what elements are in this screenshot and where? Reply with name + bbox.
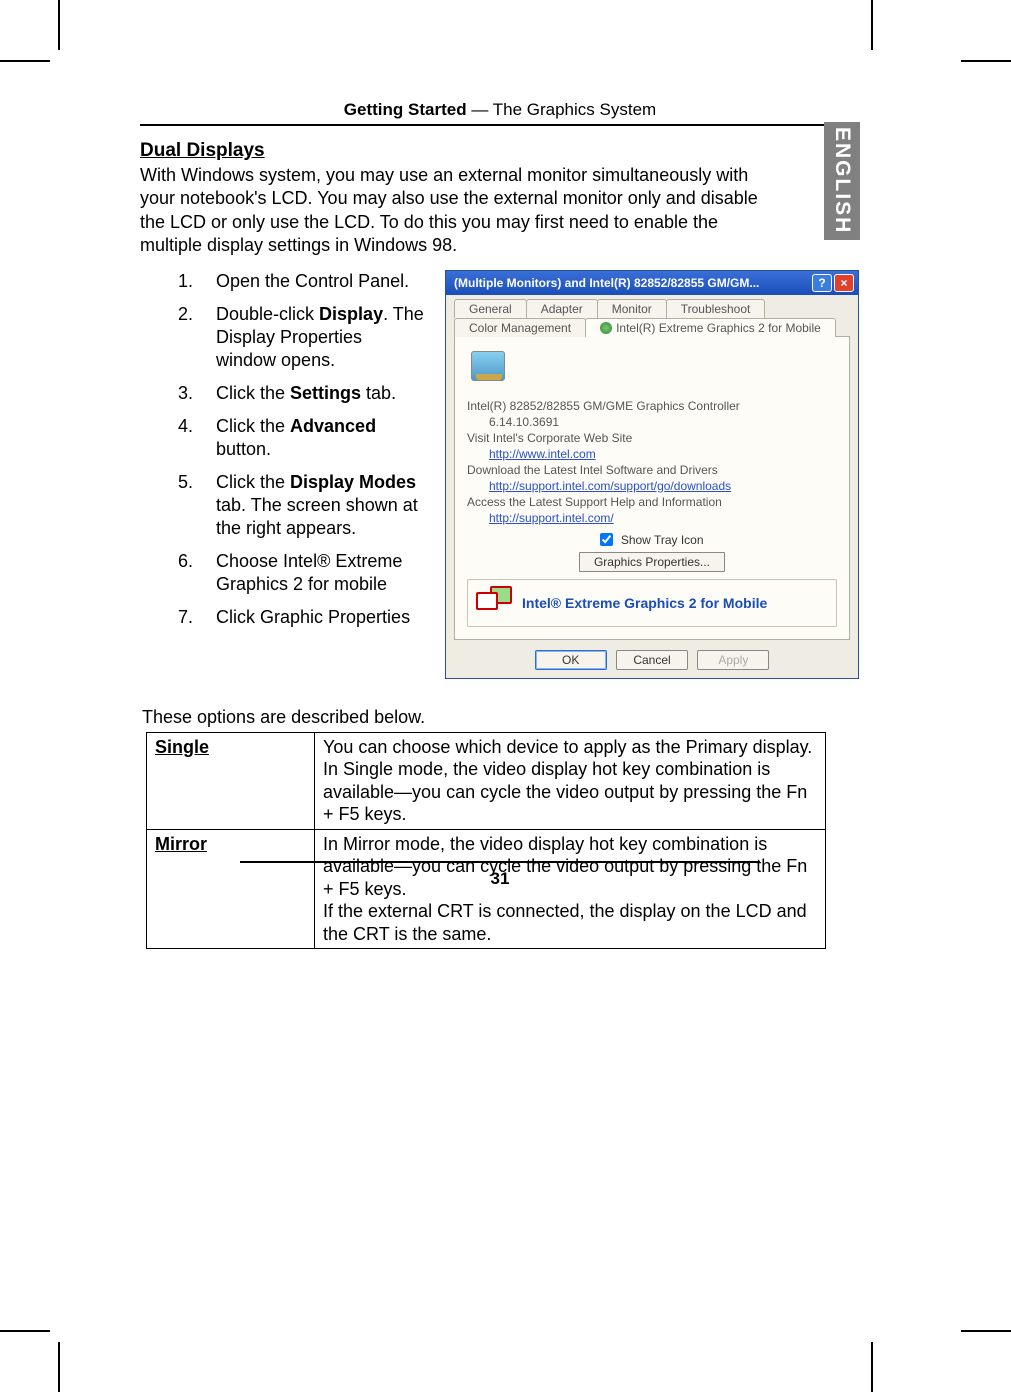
step-number: 7. <box>178 606 216 629</box>
options-intro: These options are described below. <box>142 707 860 728</box>
step-text: Double-click Display. The Display Proper… <box>216 303 425 372</box>
download-label: Download the Latest Intel Software and D… <box>467 463 837 477</box>
brand-icon <box>476 586 512 620</box>
download-link[interactable]: http://support.intel.com/support/go/down… <box>489 479 731 493</box>
dialog-tabpanel: Intel(R) 82852/82855 GM/GME Graphics Con… <box>454 336 850 640</box>
steps-column: 1.Open the Control Panel.2.Double-click … <box>140 270 425 679</box>
step-number: 4. <box>178 415 216 461</box>
step-text: Open the Control Panel. <box>216 270 425 293</box>
intel-tab-icon <box>600 322 612 334</box>
header-section: The Graphics System <box>493 100 656 119</box>
dialog-button-row: OK Cancel Apply <box>454 650 850 670</box>
page-footer: 31 <box>140 861 860 889</box>
tab-intel-graphics[interactable]: Intel(R) Extreme Graphics 2 for Mobile <box>585 318 836 337</box>
cancel-button[interactable]: Cancel <box>616 650 688 670</box>
properties-dialog: (Multiple Monitors) and Intel(R) 82852/8… <box>445 270 859 679</box>
driver-version: 6.14.10.3691 <box>467 415 837 429</box>
step-item: 4.Click the Advanced button. <box>178 415 425 461</box>
page-content: Getting Started — The Graphics System EN… <box>140 100 860 949</box>
apply-button[interactable]: Apply <box>697 650 769 670</box>
show-tray-icon-checkbox[interactable] <box>600 533 613 546</box>
tab-color-management[interactable]: Color Management <box>454 318 586 337</box>
step-text: Click the Settings tab. <box>216 382 425 405</box>
visit-label: Visit Intel's Corporate Web Site <box>467 431 837 445</box>
dialog-tabs: General Adapter Monitor Troubleshoot Col… <box>454 299 850 337</box>
close-button[interactable]: × <box>834 274 854 292</box>
step-number: 2. <box>178 303 216 372</box>
step-item: 1.Open the Control Panel. <box>178 270 425 293</box>
tab-troubleshoot[interactable]: Troubleshoot <box>666 299 766 318</box>
page-number: 31 <box>140 869 860 889</box>
header-rule <box>140 124 860 126</box>
step-text: Choose Intel® Extreme Graphics 2 for mob… <box>216 550 425 596</box>
dialog-titlebar: (Multiple Monitors) and Intel(R) 82852/8… <box>446 271 858 295</box>
graphics-properties-button[interactable]: Graphics Properties... <box>579 552 725 572</box>
tab-adapter[interactable]: Adapter <box>526 299 598 318</box>
step-number: 3. <box>178 382 216 405</box>
option-name: Single <box>147 732 315 829</box>
step-item: 3.Click the Settings tab. <box>178 382 425 405</box>
step-item: 5.Click the Display Modes tab. The scree… <box>178 471 425 540</box>
intro-paragraph: With Windows system, you may use an exte… <box>140 164 780 258</box>
help-button[interactable]: ? <box>812 274 832 292</box>
tab-monitor[interactable]: Monitor <box>597 299 667 318</box>
show-tray-icon-label: Show Tray Icon <box>621 533 704 547</box>
brand-row: Intel® Extreme Graphics 2 for Mobile <box>467 579 837 627</box>
header-chapter: Getting Started <box>344 100 467 119</box>
tab-general[interactable]: General <box>454 299 527 318</box>
brand-text: Intel® Extreme Graphics 2 for Mobile <box>522 595 767 611</box>
ok-button[interactable]: OK <box>535 650 607 670</box>
step-number: 5. <box>178 471 216 540</box>
option-desc: You can choose which device to apply as … <box>315 732 826 829</box>
page-header: Getting Started — The Graphics System <box>140 100 860 120</box>
step-text: Click Graphic Properties <box>216 606 425 629</box>
display-icon <box>471 351 505 381</box>
table-row: SingleYou can choose which device to app… <box>147 732 826 829</box>
visit-link[interactable]: http://www.intel.com <box>489 447 596 461</box>
controller-name: Intel(R) 82852/82855 GM/GME Graphics Con… <box>467 399 837 413</box>
step-text: Click the Advanced button. <box>216 415 425 461</box>
step-number: 1. <box>178 270 216 293</box>
options-table: SingleYou can choose which device to app… <box>146 732 826 950</box>
support-link[interactable]: http://support.intel.com/ <box>489 511 614 525</box>
step-text: Click the Display Modes tab. The screen … <box>216 471 425 540</box>
dialog-title: (Multiple Monitors) and Intel(R) 82852/8… <box>454 276 810 290</box>
step-item: 7.Click Graphic Properties <box>178 606 425 629</box>
step-item: 6.Choose Intel® Extreme Graphics 2 for m… <box>178 550 425 596</box>
step-number: 6. <box>178 550 216 596</box>
language-tab: ENGLISH <box>824 122 860 240</box>
section-title: Dual Displays <box>140 140 860 162</box>
step-item: 2.Double-click Display. The Display Prop… <box>178 303 425 372</box>
footer-rule <box>240 861 760 863</box>
support-label: Access the Latest Support Help and Infor… <box>467 495 837 509</box>
